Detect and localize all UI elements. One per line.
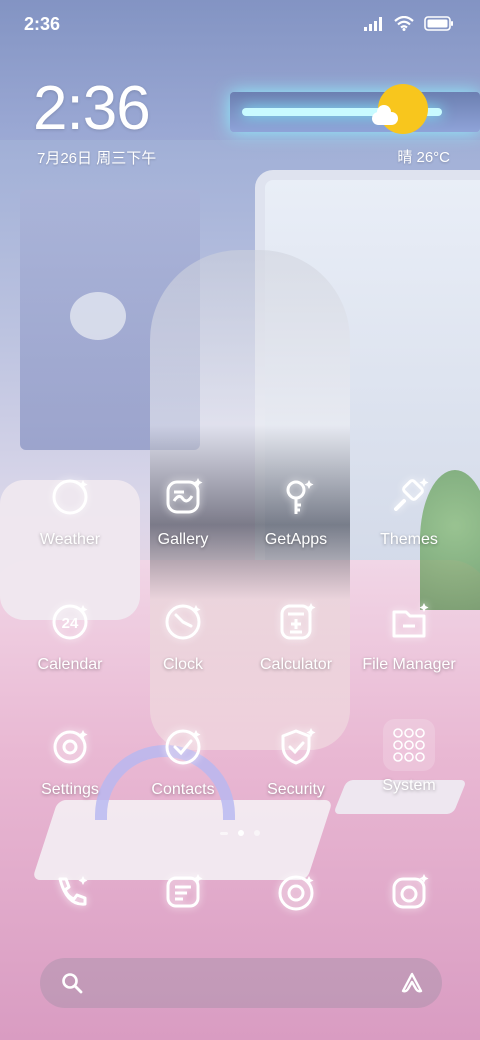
search-bar[interactable] xyxy=(40,958,442,1008)
app-label: System xyxy=(382,777,436,794)
browser-icon xyxy=(276,873,316,913)
app-label: File Manager xyxy=(362,656,456,673)
app-system-folder[interactable]: System xyxy=(349,719,469,795)
app-label: Calendar xyxy=(37,656,103,673)
status-icons xyxy=(364,16,454,31)
wallpaper-shelf xyxy=(20,190,200,450)
page-indicator-dash xyxy=(220,831,228,835)
app-getapps[interactable]: GetApps xyxy=(236,477,356,549)
app-label: Clock xyxy=(162,656,203,673)
status-time: 2:36 xyxy=(24,14,61,34)
app-themes[interactable]: Themes xyxy=(349,477,469,549)
dock-browser[interactable] xyxy=(236,873,356,913)
folder-icon xyxy=(389,602,429,642)
wifi-icon xyxy=(394,16,414,31)
app-label: Weather xyxy=(39,531,101,548)
signal-icon xyxy=(364,16,382,31)
app-label: Contacts xyxy=(151,781,215,798)
app-weather[interactable]: Weather xyxy=(10,477,130,549)
dock-messages[interactable] xyxy=(123,873,243,913)
app-label: Themes xyxy=(380,531,438,548)
clock-icon xyxy=(163,602,203,642)
gallery-icon xyxy=(163,477,203,517)
cloud-icon xyxy=(372,105,398,125)
camera-icon xyxy=(389,873,429,913)
messages-icon xyxy=(163,873,203,913)
app-security[interactable]: Security xyxy=(236,727,356,799)
battery-icon xyxy=(424,16,453,31)
settings-gear-icon xyxy=(50,727,90,767)
dock-camera[interactable] xyxy=(349,873,469,913)
system-folder-icon xyxy=(383,719,435,771)
getapps-icon xyxy=(276,477,316,517)
page-dot-active[interactable] xyxy=(238,830,244,836)
shield-icon xyxy=(276,727,316,767)
app-label: Settings xyxy=(41,781,99,798)
wallpaper-robot xyxy=(70,292,126,340)
app-contacts[interactable]: Contacts xyxy=(123,727,243,799)
wallpaper-window xyxy=(255,170,480,660)
wallpaper-tablet xyxy=(32,800,333,880)
phone-icon xyxy=(50,873,90,913)
assistant-icon[interactable] xyxy=(400,971,424,995)
weather-widget[interactable]: 晴 26°C xyxy=(360,80,450,170)
themes-brush-icon xyxy=(389,477,429,517)
contacts-icon xyxy=(163,727,203,767)
app-clock[interactable]: Clock xyxy=(123,602,243,674)
page-dot[interactable] xyxy=(254,830,260,836)
app-label: Gallery xyxy=(157,531,209,548)
app-label: Calculator xyxy=(259,656,333,673)
search-icon[interactable] xyxy=(60,971,84,995)
app-gallery[interactable]: Gallery xyxy=(123,477,243,549)
calculator-icon xyxy=(276,602,316,642)
weather-icon xyxy=(50,477,90,517)
page-indicator xyxy=(0,830,480,836)
dock-phone[interactable] xyxy=(10,873,130,913)
app-label: GetApps xyxy=(264,531,328,548)
calendar-icon: 24 xyxy=(50,602,90,642)
app-calculator[interactable]: Calculator xyxy=(236,602,356,674)
home-screen: 2:36 2:36 7月26日 周三下午 晴 26°C Weather Gall… xyxy=(0,0,480,1040)
app-file-manager[interactable]: File Manager xyxy=(349,602,469,674)
app-settings[interactable]: Settings xyxy=(10,727,130,799)
weather-widget-text: 晴 26°C xyxy=(397,149,450,166)
app-calendar[interactable]: 24 Calendar xyxy=(10,602,130,674)
status-bar: 2:36 xyxy=(0,0,480,48)
app-label: Security xyxy=(267,781,325,798)
clock-widget-time[interactable]: 2:36 xyxy=(33,78,151,140)
calendar-badge: 24 xyxy=(62,615,79,632)
clock-widget-date[interactable]: 7月26日 周三下午 xyxy=(37,147,156,168)
